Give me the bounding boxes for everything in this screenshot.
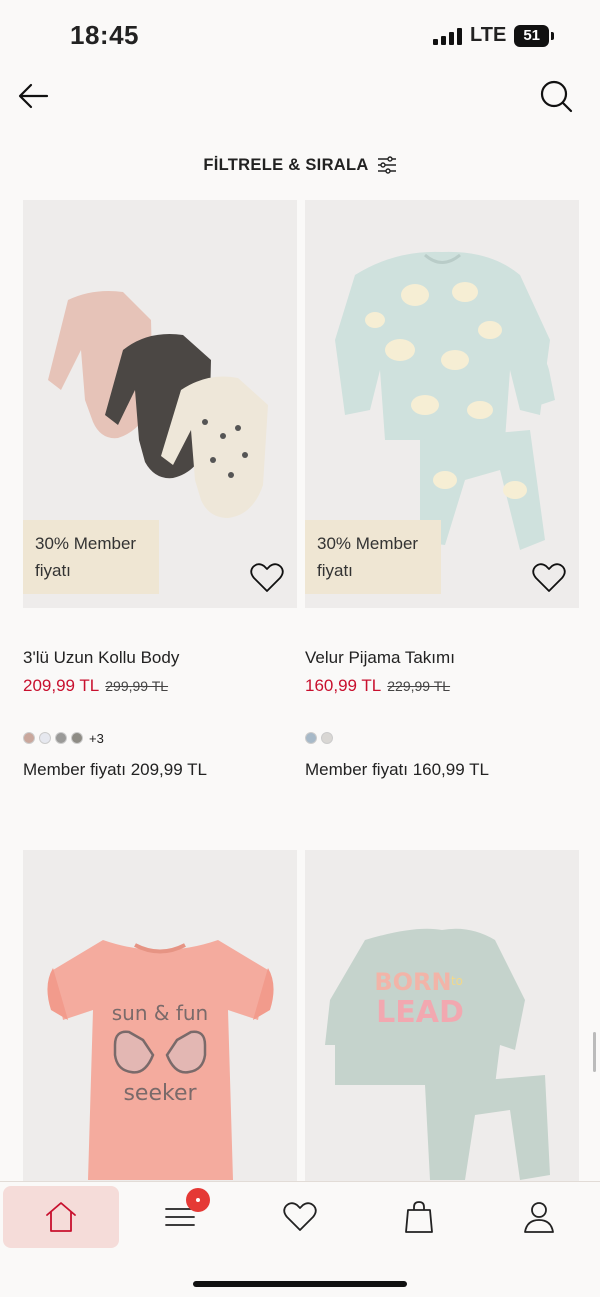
heart-icon (250, 563, 284, 592)
sweatset-illustration: BORN to LEAD (325, 928, 550, 1180)
home-indicator (193, 1281, 407, 1287)
status-bar: 18:45 LTE 51 (0, 0, 600, 72)
member-price: Member fiyatı 160,99 TL (305, 760, 489, 779)
tshirt-print-top: sun & fun (112, 1001, 208, 1025)
original-price: 299,99 TL (105, 678, 169, 694)
more-colors: +3 (89, 730, 104, 746)
back-button[interactable] (16, 78, 52, 114)
color-swatch[interactable] (39, 732, 51, 744)
heart-icon (283, 1202, 317, 1231)
filter-sort-label: FİLTRELE & SIRALA (203, 155, 369, 174)
search-icon (540, 80, 573, 113)
sweat-print-lead: LEAD (376, 995, 464, 1030)
tab-home[interactable] (3, 1186, 119, 1248)
search-button[interactable] (538, 78, 574, 114)
arrow-left-icon (18, 83, 49, 109)
color-swatch[interactable] (55, 732, 67, 744)
color-swatch[interactable] (305, 732, 317, 744)
color-swatches (305, 730, 579, 746)
color-swatches: +3 (23, 730, 297, 746)
notification-dot (186, 1188, 210, 1212)
sweat-print-to: to (451, 974, 463, 988)
scrollbar[interactable] (593, 1032, 596, 1072)
product-image[interactable]: 30% Member fiyatı (23, 200, 297, 608)
product-card[interactable]: sun & fun seeker (23, 850, 297, 1190)
favorite-button[interactable] (531, 560, 567, 596)
product-name[interactable]: Velur Pijama Takımı (305, 648, 579, 668)
sweat-print-born: BORN (374, 968, 451, 996)
sale-price: 160,99 TL (305, 676, 382, 695)
tab-account[interactable] (481, 1186, 597, 1248)
top-nav (0, 72, 600, 120)
battery-icon: 51 (514, 24, 554, 47)
member-discount-badge: 30% Member fiyatı (305, 520, 441, 594)
user-icon (524, 1202, 554, 1233)
network-type: LTE (470, 24, 507, 46)
home-icon (46, 1202, 76, 1232)
tshirt-illustration: sun & fun seeker (47, 940, 274, 1180)
product-card[interactable]: 30% Member fiyatı Velur Pijama Takımı 16… (305, 200, 579, 780)
status-indicators: LTE 51 (433, 24, 554, 47)
color-swatch[interactable] (71, 732, 83, 744)
product-card[interactable]: 30% Member fiyatı 3'lü Uzun Kollu Body 2… (23, 200, 297, 780)
original-price: 229,99 TL (387, 678, 451, 694)
tab-cart[interactable] (361, 1186, 477, 1248)
member-discount-badge: 30% Member fiyatı (23, 520, 159, 594)
sliders-icon (377, 156, 396, 174)
product-image[interactable]: BORN to LEAD (305, 850, 579, 1190)
price-row: 160,99 TL 229,99 TL (305, 676, 579, 696)
product-name[interactable]: 3'lü Uzun Kollu Body (23, 648, 297, 668)
battery-level: 51 (514, 24, 549, 47)
status-time: 18:45 (70, 20, 139, 50)
bottom-tab-bar (0, 1181, 600, 1297)
tab-favorites[interactable] (242, 1186, 358, 1248)
product-card[interactable]: BORN to LEAD (305, 850, 579, 1190)
shopping-bag-icon (405, 1201, 433, 1233)
tab-menu[interactable] (122, 1186, 238, 1248)
member-price: Member fiyatı 209,99 TL (23, 760, 207, 779)
sale-price: 209,99 TL (23, 676, 100, 695)
color-swatch[interactable] (23, 732, 35, 744)
price-row: 209,99 TL 299,99 TL (23, 676, 297, 696)
signal-icon (433, 27, 463, 45)
filter-sort-button[interactable]: FİLTRELE & SIRALA (0, 150, 600, 180)
tshirt-print-bottom: seeker (123, 1081, 197, 1106)
heart-icon (532, 563, 566, 592)
color-swatch[interactable] (321, 732, 333, 744)
product-image[interactable]: sun & fun seeker (23, 850, 297, 1190)
favorite-button[interactable] (249, 560, 285, 596)
product-image[interactable]: 30% Member fiyatı (305, 200, 579, 608)
